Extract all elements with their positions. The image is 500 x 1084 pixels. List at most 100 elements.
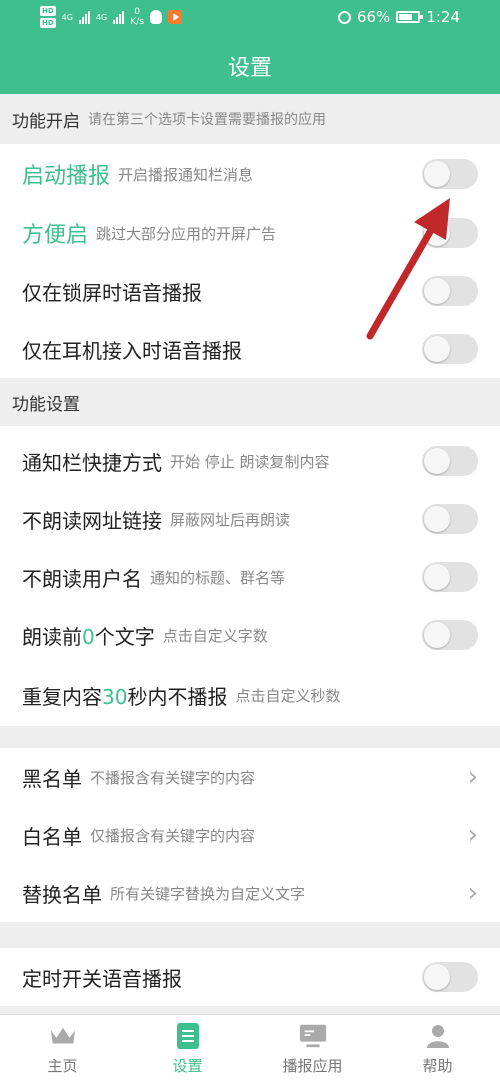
section-gap xyxy=(0,922,500,948)
row-label: 定时开关语音播报 xyxy=(22,966,182,991)
row-subtitle: 不播报含有关键字的内容 xyxy=(90,768,256,787)
toggle-knob xyxy=(424,336,450,362)
section-card-lists: 黑名单 不播报含有关键字的内容 › 白名单 仅播报含有关键字的内容 › 替换名单… xyxy=(0,748,500,922)
section-title: 功能设置 xyxy=(12,394,80,415)
chevron-right-icon: › xyxy=(467,820,478,850)
row-blacklist[interactable]: 黑名单 不播报含有关键字的内容 › xyxy=(0,748,500,806)
nav-item-help[interactable]: 帮助 xyxy=(375,1015,500,1084)
row-label: 黑名单 xyxy=(22,766,82,791)
toggle-knob xyxy=(424,506,450,532)
nav-item-settings[interactable]: 设置 xyxy=(125,1015,250,1084)
label-suffix: 秒内不播报 xyxy=(127,684,228,709)
skip-urls-toggle[interactable] xyxy=(422,504,478,534)
network-type-1: 4G xyxy=(61,12,73,22)
settings-doc-icon xyxy=(174,1023,202,1049)
alarm-icon xyxy=(337,10,351,24)
row-read-first-chars[interactable]: 朗读前0个文字 点击自定义字数 xyxy=(0,606,500,664)
row-notification-shortcut[interactable]: 通知栏快捷方式 开始 停止 朗读复制内容 xyxy=(0,432,500,490)
network-speed-value: 0 xyxy=(134,7,140,17)
nav-item-home[interactable]: 主页 xyxy=(0,1015,125,1084)
row-easy-launch[interactable]: 方便启 跳过大部分应用的开屏广告 xyxy=(0,204,500,262)
row-skip-urls[interactable]: 不朗读网址链接 屏蔽网址后再朗读 xyxy=(0,490,500,548)
signal-icon-1 xyxy=(78,10,90,24)
row-label: 白名单 xyxy=(22,824,82,849)
row-subtitle: 所有关键字替换为自定义文字 xyxy=(110,884,306,903)
person-icon xyxy=(424,1023,452,1049)
chevron-right-icon: › xyxy=(467,878,478,908)
skip-username-toggle[interactable] xyxy=(422,562,478,592)
settings-list[interactable]: 功能开启 请在第三个选项卡设置需要播报的应用 启动播报 开启播报通知栏消息 方便… xyxy=(0,94,500,1014)
row-label: 仅在锁屏时语音播报 xyxy=(22,280,202,305)
toggle-knob xyxy=(424,622,450,648)
qq-penguin-icon xyxy=(149,10,162,24)
signal-icon-2 xyxy=(113,10,125,24)
clock: 1:24 xyxy=(426,8,460,26)
nav-label: 帮助 xyxy=(422,1057,453,1075)
easy-launch-toggle[interactable] xyxy=(422,218,478,248)
toggle-knob xyxy=(424,278,450,304)
chevron-right-icon: › xyxy=(467,762,478,792)
toggle-knob xyxy=(424,964,450,990)
row-label: 重复内容30秒内不播报 xyxy=(22,681,227,710)
start-broadcast-toggle[interactable] xyxy=(422,159,478,189)
toggle-knob xyxy=(424,564,450,590)
label-prefix: 朗读前 xyxy=(22,624,82,649)
network-speed-unit: K/s xyxy=(130,17,144,27)
hd-badge-1: HD xyxy=(40,6,56,16)
bottom-nav: 主页 设置 播报应用 帮助 xyxy=(0,1014,500,1084)
hd-badges: HD HD xyxy=(40,6,56,28)
row-subtitle: 开启播报通知栏消息 xyxy=(118,165,254,184)
section-title: 功能开启 xyxy=(12,111,80,132)
toggle-knob xyxy=(424,220,450,246)
headphone-only-toggle[interactable] xyxy=(422,334,478,364)
row-label: 替换名单 xyxy=(22,882,102,907)
network-type-2: 4G xyxy=(95,12,108,22)
toggle-knob xyxy=(424,448,450,474)
row-timed-broadcast[interactable]: 定时开关语音播报 xyxy=(0,948,500,1006)
char-count-value: 0 xyxy=(82,624,95,649)
row-repeat-suppress[interactable]: 重复内容30秒内不播报 点击自定义秒数 xyxy=(0,664,500,726)
section-card-timer: 定时开关语音播报 xyxy=(0,948,500,1006)
row-headphone-only[interactable]: 仅在耳机接入时语音播报 xyxy=(0,320,500,378)
section-card-feature-enable: 启动播报 开启播报通知栏消息 方便启 跳过大部分应用的开屏广告 仅在锁屏时语音播… xyxy=(0,144,500,378)
row-lockscreen-only[interactable]: 仅在锁屏时语音播报 xyxy=(0,262,500,320)
status-left: HD HD 4G 4G 0 K/s xyxy=(40,6,182,28)
row-subtitle: 仅播报含有关键字的内容 xyxy=(90,826,256,845)
label-suffix: 个文字 xyxy=(94,624,155,649)
row-whitelist[interactable]: 白名单 仅播报含有关键字的内容 › xyxy=(0,806,500,864)
row-skip-username[interactable]: 不朗读用户名 通知的标题、群名等 xyxy=(0,548,500,606)
label-prefix: 重复内容 xyxy=(22,684,102,709)
section-header-feature-settings: 功能设置 xyxy=(0,378,500,426)
title-bar: 设置 xyxy=(0,38,500,94)
page-title: 设置 xyxy=(227,56,272,81)
nav-label: 主页 xyxy=(47,1057,78,1075)
timed-broadcast-toggle[interactable] xyxy=(422,962,478,992)
row-start-broadcast[interactable]: 启动播报 开启播报通知栏消息 xyxy=(0,144,500,204)
battery-icon xyxy=(396,11,424,23)
crown-icon xyxy=(49,1023,77,1049)
status-bar: HD HD 4G 4G 0 K/s 66% 1:24 xyxy=(0,0,500,38)
network-speed: 0 K/s xyxy=(130,7,144,27)
monitor-icon xyxy=(299,1023,327,1049)
read-first-chars-toggle[interactable] xyxy=(422,620,478,650)
status-right: 66% 1:24 xyxy=(337,8,460,26)
notification-shortcut-toggle[interactable] xyxy=(422,446,478,476)
nav-label: 设置 xyxy=(172,1057,203,1075)
nav-item-broadcast-apps[interactable]: 播报应用 xyxy=(250,1015,375,1084)
row-label: 方便启 xyxy=(22,223,89,248)
row-subtitle: 开始 停止 朗读复制内容 xyxy=(170,452,330,471)
seconds-value: 30 xyxy=(102,684,128,709)
row-label: 朗读前0个文字 xyxy=(22,621,155,650)
section-card-feature-settings: 通知栏快捷方式 开始 停止 朗读复制内容 不朗读网址链接 屏蔽网址后再朗读 不朗… xyxy=(0,426,500,726)
row-label: 不朗读用户名 xyxy=(22,566,142,591)
row-label: 启动播报 xyxy=(22,164,111,189)
nav-label: 播报应用 xyxy=(282,1057,343,1075)
row-label: 不朗读网址链接 xyxy=(22,508,162,533)
lockscreen-only-toggle[interactable] xyxy=(422,276,478,306)
row-subtitle: 屏蔽网址后再朗读 xyxy=(170,510,291,529)
row-replace-list[interactable]: 替换名单 所有关键字替换为自定义文字 › xyxy=(0,864,500,922)
section-header-feature-enable: 功能开启 请在第三个选项卡设置需要播报的应用 xyxy=(0,94,500,144)
row-subtitle: 点击自定义秒数 xyxy=(235,686,341,705)
row-label: 通知栏快捷方式 xyxy=(22,450,162,475)
toggle-knob xyxy=(424,161,450,187)
